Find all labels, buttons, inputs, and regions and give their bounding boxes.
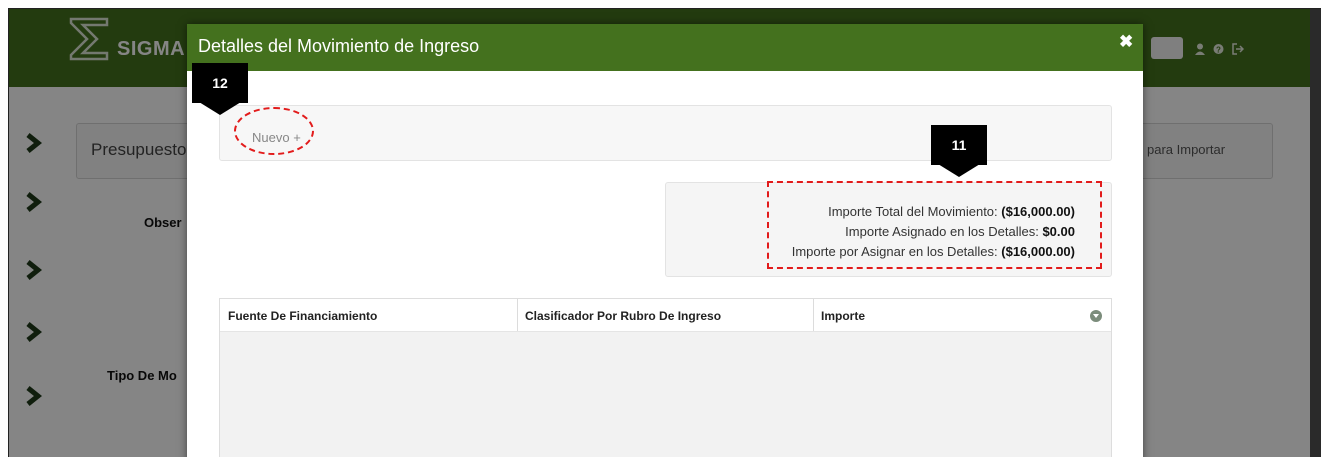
grid-body <box>220 332 1111 457</box>
column-header-importe[interactable]: Importe <box>821 309 865 323</box>
close-icon[interactable]: ✖ <box>1119 32 1133 52</box>
column-header-clasificador[interactable]: Clasificador Por Rubro De Ingreso <box>525 309 721 323</box>
totals-highlight-box <box>767 181 1102 269</box>
page-edge <box>1310 9 1321 457</box>
column-divider[interactable] <box>517 299 518 331</box>
column-divider[interactable] <box>813 299 814 331</box>
grid-menu-icon[interactable] <box>1090 310 1102 322</box>
grid-header: Fuente De Financiamiento Clasificador Po… <box>220 299 1111 332</box>
modal-header: Detalles del Movimiento de Ingreso ✖ <box>187 24 1143 71</box>
callout-marker-11: 11 <box>931 125 987 177</box>
screen-frame: SIGMA ? Presupuesto para Importar Obser … <box>8 8 1321 457</box>
callout-marker-12: 12 <box>192 63 248 115</box>
detalles-grid: Fuente De Financiamiento Clasificador Po… <box>219 298 1112 457</box>
modal-title: Detalles del Movimiento de Ingreso <box>198 36 480 56</box>
nuevo-highlight-ellipse <box>234 107 314 155</box>
column-header-fuente[interactable]: Fuente De Financiamiento <box>228 309 377 323</box>
